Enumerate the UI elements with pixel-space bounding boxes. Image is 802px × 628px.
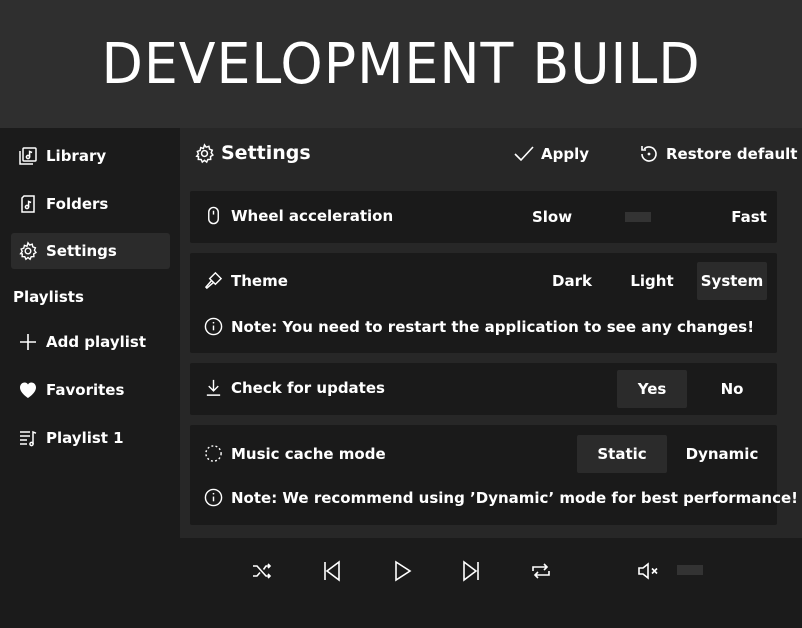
check-updates-label: Check for updates bbox=[204, 378, 385, 397]
gear-icon bbox=[195, 142, 214, 163]
skip-previous-icon bbox=[324, 560, 340, 582]
mute-icon bbox=[638, 562, 658, 580]
info-icon bbox=[204, 488, 223, 507]
player-bar bbox=[0, 538, 802, 628]
slider-min-label: Slow bbox=[531, 208, 573, 226]
sidebar-item-playlist-1[interactable]: Playlist 1 bbox=[11, 420, 170, 456]
playlists-heading: Playlists bbox=[13, 288, 84, 306]
download-icon bbox=[206, 379, 221, 396]
page-title-text: Settings bbox=[221, 142, 311, 164]
theme-option-light[interactable]: Light bbox=[617, 262, 687, 300]
theme-text: Theme bbox=[231, 271, 288, 290]
wheel-acceleration-label: Wheel acceleration bbox=[204, 206, 393, 225]
cache-note-text: Note: We recommend using ’Dynamic’ mode … bbox=[231, 488, 798, 507]
next-button[interactable] bbox=[457, 557, 485, 585]
wheel-acceleration-slider[interactable] bbox=[625, 212, 651, 222]
wheel-acceleration-text: Wheel acceleration bbox=[231, 206, 394, 225]
previous-button[interactable] bbox=[318, 557, 346, 585]
brush-icon bbox=[204, 271, 223, 290]
apply-button[interactable]: Apply bbox=[513, 143, 589, 165]
sidebar-item-label: Add playlist bbox=[46, 333, 147, 351]
mouse-icon bbox=[208, 206, 219, 225]
mute-button[interactable] bbox=[634, 557, 662, 585]
sidebar-item-label: Folders bbox=[46, 195, 109, 213]
skip-next-icon bbox=[463, 560, 479, 582]
heart-icon bbox=[17, 379, 39, 401]
banner-text: DEVELOPMENT BUILD bbox=[101, 31, 701, 97]
page-title: Settings bbox=[194, 142, 311, 164]
cache-icon bbox=[205, 445, 222, 462]
dev-build-banner: DEVELOPMENT BUILD bbox=[0, 0, 802, 128]
play-button[interactable] bbox=[388, 557, 416, 585]
sidebar-item-folders[interactable]: Folders bbox=[11, 186, 170, 222]
check-icon bbox=[514, 146, 534, 162]
music-cache-card: Music cache mode Static Dynamic Note: We… bbox=[190, 425, 798, 525]
apply-label: Apply bbox=[541, 145, 590, 163]
library-icon bbox=[17, 145, 39, 167]
sidebar-item-favorites[interactable]: Favorites bbox=[11, 372, 170, 408]
info-icon bbox=[204, 317, 223, 336]
updates-option-yes[interactable]: Yes bbox=[617, 370, 687, 408]
playlist-icon bbox=[17, 427, 39, 449]
music-cache-text: Music cache mode bbox=[231, 444, 386, 463]
updates-option-no[interactable]: No bbox=[697, 370, 767, 408]
sidebar-item-library[interactable]: Library bbox=[11, 138, 170, 174]
sidebar-item-label: Settings bbox=[46, 242, 117, 260]
theme-note: Note: You need to restart the applicatio… bbox=[204, 317, 754, 336]
theme-option-dark[interactable]: Dark bbox=[537, 262, 607, 300]
restore-default-label: Restore default bbox=[666, 145, 798, 163]
shuffle-button[interactable] bbox=[248, 557, 276, 585]
plus-icon bbox=[17, 331, 39, 353]
cache-note: Note: We recommend using ’Dynamic’ mode … bbox=[204, 488, 798, 507]
repeat-icon bbox=[532, 563, 550, 579]
theme-option-system[interactable]: System bbox=[697, 262, 767, 300]
theme-label: Theme bbox=[204, 271, 288, 290]
shuffle-icon bbox=[253, 563, 272, 579]
restore-default-button[interactable]: Restore default bbox=[638, 143, 797, 165]
check-updates-text: Check for updates bbox=[231, 378, 385, 397]
sidebar-item-label: Playlist 1 bbox=[46, 429, 124, 447]
restore-icon bbox=[641, 146, 657, 162]
folder-music-icon bbox=[17, 193, 39, 215]
music-cache-label: Music cache mode bbox=[204, 444, 386, 463]
sidebar-item-label: Favorites bbox=[46, 381, 125, 399]
settings-panel: Settings Apply Restore default Wheel acc… bbox=[180, 128, 802, 538]
check-updates-card: Check for updates Yes No bbox=[190, 363, 777, 415]
cache-option-static[interactable]: Static bbox=[577, 435, 667, 473]
theme-card: Theme Dark Light System Note: You need t… bbox=[190, 253, 777, 353]
cache-option-dynamic[interactable]: Dynamic bbox=[677, 435, 767, 473]
gear-icon bbox=[17, 240, 39, 262]
sidebar-item-label: Library bbox=[46, 147, 107, 165]
volume-slider[interactable] bbox=[677, 565, 703, 575]
sidebar-item-settings[interactable]: Settings bbox=[11, 233, 170, 269]
settings-header: Settings Apply Restore default bbox=[180, 128, 802, 184]
wheel-acceleration-card: Wheel acceleration Slow Fast bbox=[190, 191, 777, 243]
play-icon bbox=[395, 560, 412, 582]
add-playlist-button[interactable]: Add playlist bbox=[11, 324, 170, 360]
sidebar: Library Folders Settings Playlists Add p… bbox=[0, 128, 180, 538]
theme-note-text: Note: You need to restart the applicatio… bbox=[231, 317, 755, 336]
repeat-button[interactable] bbox=[527, 557, 555, 585]
slider-max-label: Fast bbox=[731, 208, 767, 226]
